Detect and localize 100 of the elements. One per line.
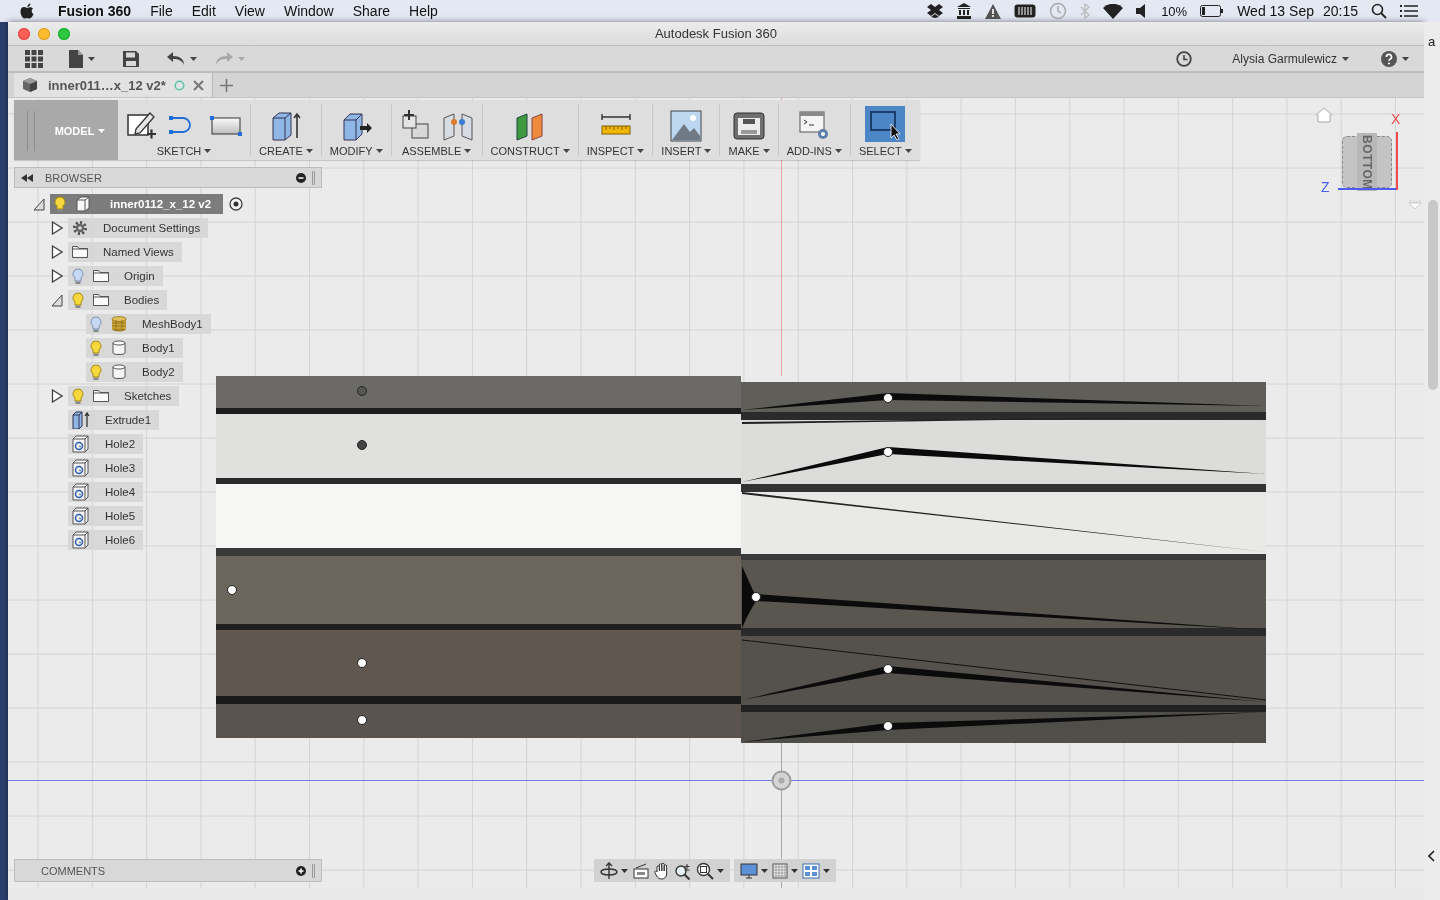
- folder-icon: [93, 293, 109, 307]
- menu-item[interactable]: Help: [409, 3, 438, 19]
- history-icon: [1049, 2, 1068, 20]
- joint-icon: [441, 110, 474, 142]
- app-name[interactable]: Fusion 360: [58, 3, 132, 19]
- monitor-icon: [740, 862, 758, 879]
- image-icon: [670, 110, 703, 142]
- browser-item[interactable]: Hole4: [68, 482, 144, 502]
- script-icon: [798, 110, 831, 142]
- zoom-button[interactable]: [674, 861, 692, 880]
- sketch-icon: [126, 110, 158, 142]
- pan-button[interactable]: [654, 861, 670, 880]
- browser-item[interactable]: Document Settings: [68, 218, 209, 238]
- body-cube-icon: [75, 196, 91, 212]
- wifi-icon: [1103, 3, 1124, 19]
- browser-item[interactable]: Hole3: [68, 458, 144, 478]
- orbit-button[interactable]: [600, 861, 628, 880]
- printer-icon: [733, 110, 766, 142]
- menu-item[interactable]: Window: [283, 3, 334, 19]
- menu-item[interactable]: Share: [352, 3, 391, 19]
- user-menu-button[interactable]: Alysia Garmulewicz: [1229, 47, 1352, 70]
- fit-button[interactable]: [696, 861, 724, 880]
- caret-icon: [562, 149, 570, 153]
- undo-icon: [167, 51, 185, 66]
- hole-icon: [72, 531, 90, 549]
- toolbar-menu-button[interactable]: INSERT: [653, 100, 720, 160]
- caret-icon: [1342, 56, 1349, 61]
- toolbar-menu-button[interactable]: ADD-INS: [778, 100, 850, 160]
- toolbar-menu-button[interactable]: CONSTRUCT: [482, 100, 578, 160]
- menubar-date[interactable]: Wed 13 Sep: [1237, 3, 1314, 19]
- mesh-body-icon: [111, 316, 127, 332]
- battery-percent: 10%: [1161, 3, 1188, 19]
- browser-item[interactable]: Sketches: [68, 386, 180, 406]
- plus-icon: [219, 78, 233, 92]
- panel-title: BROWSER: [45, 171, 102, 184]
- close-window-button[interactable]: [18, 28, 30, 40]
- zoom-icon: [674, 861, 692, 880]
- close-icon: [192, 79, 204, 91]
- gear-icon: [72, 220, 88, 236]
- menubar-time[interactable]: 20:15: [1322, 3, 1358, 19]
- toolbar-menu-button[interactable]: SKETCH: [118, 100, 250, 160]
- browser-item[interactable]: Body1: [86, 338, 183, 358]
- bank-icon: [956, 3, 973, 19]
- caret-icon: [88, 56, 95, 61]
- caret-icon: [704, 149, 712, 153]
- toolbar-menu-button[interactable]: INSPECT: [578, 100, 653, 160]
- caret-icon: [637, 149, 645, 153]
- save-icon: [123, 50, 139, 67]
- toolbar-menu-button[interactable]: MODIFY: [321, 100, 391, 160]
- grid-settings-button[interactable]: [772, 862, 798, 879]
- browser-item[interactable]: Hole2: [68, 434, 144, 454]
- scrollbar-thumb[interactable]: [1428, 200, 1438, 390]
- caret-icon: [464, 149, 472, 153]
- caret-icon: [791, 868, 798, 873]
- caret-icon: [238, 56, 245, 61]
- menu-item[interactable]: File: [150, 3, 173, 19]
- toolbar-menu-button[interactable]: ASSEMBLE: [391, 100, 482, 160]
- clock-icon: [1176, 50, 1193, 67]
- caret-icon: [204, 149, 212, 153]
- toolbar-menu-button[interactable]: SELECT: [850, 100, 920, 160]
- toolbar-menu-button[interactable]: CREATE: [251, 100, 321, 160]
- browser-item[interactable]: Extrude1: [68, 410, 160, 430]
- file-menu-button[interactable]: [66, 47, 98, 70]
- redo-icon: [215, 51, 233, 66]
- document-tab[interactable]: inner011…x_12 v2*: [14, 73, 213, 97]
- hole-icon: [72, 435, 90, 453]
- grip-icon: [312, 170, 315, 185]
- orbit-icon: [600, 861, 618, 880]
- caret-icon: [904, 149, 912, 153]
- browser-item[interactable]: MeshBody1: [86, 314, 211, 334]
- caret-icon: [762, 149, 770, 153]
- grip-icon: [312, 863, 315, 878]
- menu-item[interactable]: View: [234, 3, 265, 19]
- hole-icon: [72, 459, 90, 477]
- browser-item[interactable]: inner0112_x_12 v2: [50, 194, 224, 214]
- browser-item[interactable]: Named Views: [68, 242, 182, 262]
- look-at-icon: [632, 862, 650, 879]
- display-settings-button[interactable]: [740, 862, 768, 879]
- cube-icon: [22, 77, 38, 93]
- help-icon: [1381, 50, 1397, 67]
- folder-icon: [93, 269, 109, 283]
- menu-item[interactable]: Edit: [191, 3, 216, 19]
- browser-item[interactable]: Body2: [86, 362, 183, 382]
- toolbar-menu-button[interactable]: MAKE: [720, 100, 778, 160]
- browser-item[interactable]: Hole6: [68, 530, 144, 550]
- window-text-fragment: a: [1428, 34, 1437, 51]
- panel-title: COMMENTS: [41, 864, 106, 877]
- apps-grid-button[interactable]: [22, 47, 46, 70]
- axis-label: X: [1391, 111, 1401, 127]
- browser-item[interactable]: Origin: [68, 266, 163, 286]
- look-at-button[interactable]: [632, 862, 650, 879]
- browser-item[interactable]: Bodies: [68, 290, 168, 310]
- browser-item[interactable]: Hole5: [68, 506, 144, 526]
- file-icon: [69, 49, 83, 68]
- cursor-icon: [869, 108, 902, 140]
- viewports-button[interactable]: [802, 862, 830, 879]
- chevron-left-icon: [1428, 850, 1436, 862]
- origin-marker: [771, 770, 792, 791]
- caret-icon: [717, 868, 724, 873]
- hole-icon: [72, 483, 90, 501]
